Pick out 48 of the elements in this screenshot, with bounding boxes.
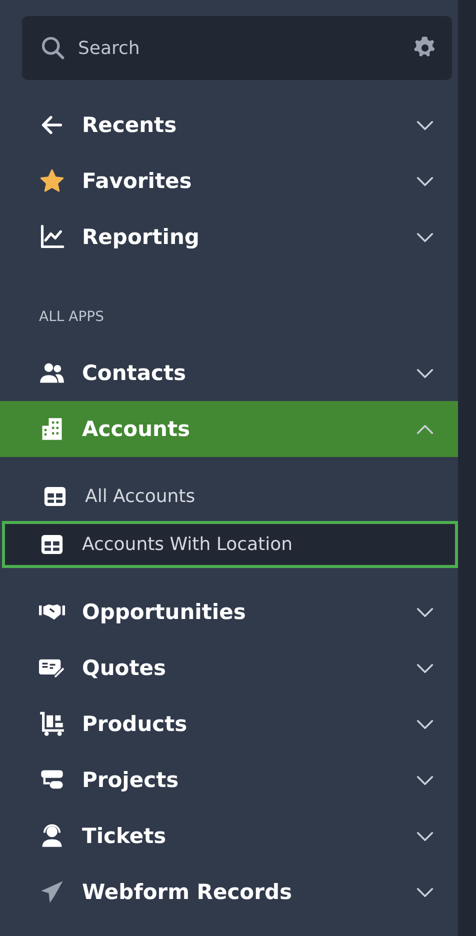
chevron-up-icon[interactable] [416,424,434,434]
search-bar[interactable]: Search [22,16,452,80]
nav-item[interactable]: Contacts [0,345,458,401]
search-field[interactable]: Search [76,36,402,60]
nav-item[interactable]: Opportunities [0,584,458,640]
nav-item-label: Quotes [82,656,168,680]
nav-item-label: Reporting [82,225,200,249]
section-heading: ALL APPS [38,308,105,327]
nav-item-label: Tickets [82,824,168,848]
cart-icon [39,711,65,737]
chevron-down-icon[interactable] [416,662,434,674]
sub-nav-item[interactable]: Accounts With Location [2,521,458,568]
table-icon [41,535,63,554]
nav-item[interactable]: Accounts [0,401,458,457]
chevron-down-icon[interactable] [416,886,434,898]
nav-item-label: Webform Records [82,880,293,904]
chevron-down-icon[interactable] [416,606,434,618]
nav-item[interactable]: Quotes [0,640,458,696]
line-chart-icon [39,224,65,250]
chevron-down-icon[interactable] [416,232,434,242]
table-icon [44,487,66,506]
search-icon [40,35,66,61]
scrollbar-track[interactable] [458,0,476,936]
nav-item[interactable]: Reporting [0,209,458,265]
nav-item-label: Favorites [82,169,193,193]
chevron-down-icon[interactable] [416,120,434,130]
nav-item-label: Products [82,712,188,736]
sub-nav-item-label: All Accounts [85,486,196,507]
sub-nav-item-label: Accounts With Location [82,534,292,555]
nav-item[interactable]: Products [0,696,458,752]
nav-item[interactable]: Recents [0,97,458,153]
nav-item-label: Recents [82,113,178,137]
nav-item-label: Projects [82,768,180,792]
nav-item-label: Accounts [82,417,192,441]
nav-item[interactable]: Projects [0,752,458,808]
star-icon [39,168,65,194]
chevron-down-icon[interactable] [416,830,434,842]
nav-item-label: Contacts [82,361,187,385]
nav-item-label: Opportunities [82,600,247,624]
chevron-down-icon[interactable] [416,774,434,786]
nav-item[interactable]: Webform Records [0,864,458,920]
chevron-down-icon[interactable] [416,368,434,378]
chevron-down-icon[interactable] [416,718,434,730]
chevron-down-icon[interactable] [416,176,434,186]
nav-item[interactable]: Tickets [0,808,458,864]
nav-item[interactable]: Favorites [0,153,458,209]
sub-nav-item[interactable]: All Accounts [2,473,458,520]
paper-plane-icon [39,879,65,905]
